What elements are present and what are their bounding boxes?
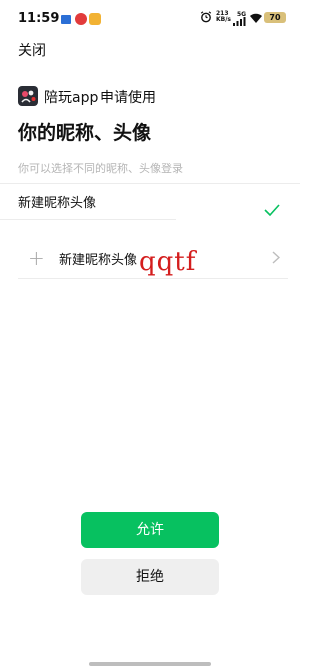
new-profile-label: 新建昵称头像 [59, 253, 138, 268]
divider [18, 278, 288, 279]
home-indicator[interactable] [89, 662, 211, 666]
divider [0, 219, 176, 220]
close-button[interactable]: 关闭 [18, 40, 46, 60]
status-bar: 11:59 213 KB/s 5G 70 [0, 0, 300, 34]
page-subtitle: 你可以选择不同的昵称、头像登录 [18, 162, 183, 175]
notification-badge-icon [75, 13, 87, 25]
status-time: 11:59 [18, 11, 60, 26]
app-icon [89, 13, 101, 25]
battery-indicator: 70 [264, 12, 286, 23]
message-icon [61, 15, 71, 24]
plus-icon: + [28, 246, 45, 270]
checkmark-icon [264, 204, 280, 216]
page-title: 你的昵称、头像 [18, 122, 152, 144]
app-name: 陪玩app [44, 90, 99, 106]
allow-button[interactable]: 允许 [81, 512, 219, 548]
alarm-icon [200, 11, 212, 23]
app-logo-icon [18, 86, 38, 106]
handwritten-annotation: qqtf [139, 247, 197, 277]
divider [0, 183, 300, 184]
chevron-right-icon [272, 251, 280, 264]
signal-icon [233, 17, 246, 26]
wifi-icon [250, 13, 262, 23]
request-text: 申请使用 [100, 90, 156, 106]
reject-button[interactable]: 拒绝 [81, 559, 219, 595]
profile-option-selected[interactable]: 新建昵称头像 [18, 192, 96, 211]
